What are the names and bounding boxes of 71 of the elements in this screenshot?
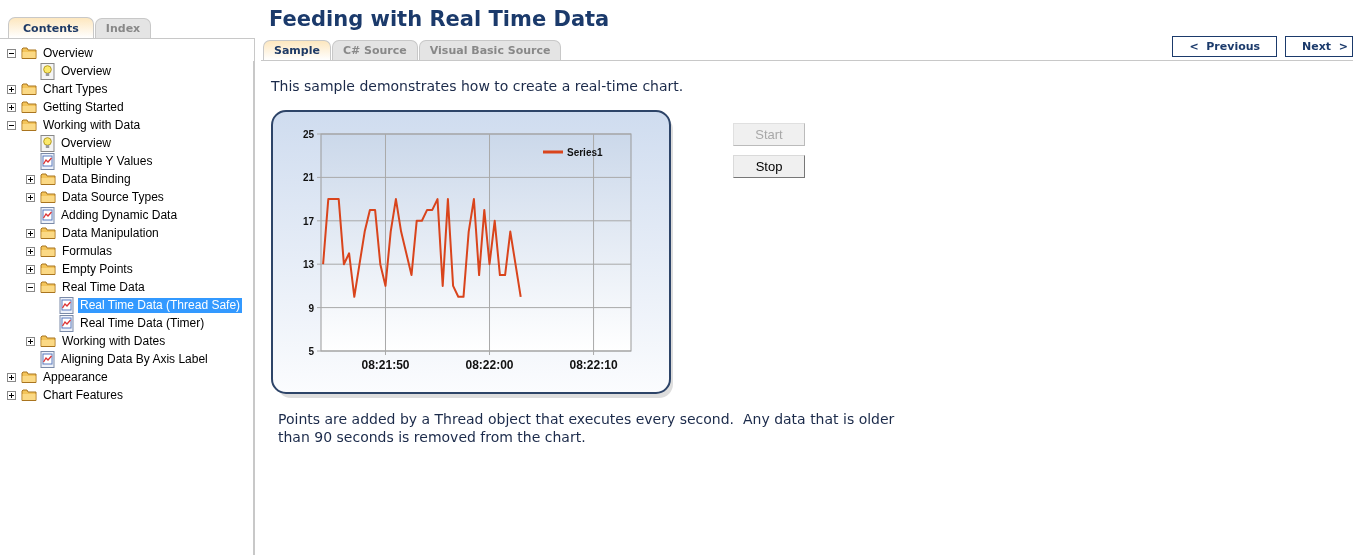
chart-page-icon (40, 206, 55, 224)
collapse-icon[interactable] (7, 48, 16, 58)
folder-icon (40, 244, 56, 258)
tree-item[interactable]: Data Manipulation (60, 225, 161, 241)
legend-label: Series1 (567, 147, 603, 158)
lightbulb-icon (40, 62, 55, 80)
collapse-icon[interactable] (7, 120, 16, 130)
x-tick-label: 08:21:50 (361, 358, 410, 372)
expand-icon[interactable] (26, 246, 35, 256)
expand-icon[interactable] (26, 228, 35, 238)
tree-item[interactable]: Empty Points (60, 261, 135, 277)
stop-button[interactable]: Stop (733, 155, 805, 178)
expand-icon[interactable] (26, 336, 35, 346)
intro-text: This sample demonstrates how to create a real-time chart. (271, 78, 685, 94)
expand-icon[interactable] (7, 372, 16, 382)
tree-item[interactable]: Formulas (60, 243, 114, 259)
y-tick-label: 17 (302, 215, 314, 227)
folder-icon (21, 370, 37, 384)
y-tick-label: 21 (302, 172, 314, 184)
lightbulb-icon (40, 134, 55, 152)
folder-icon (21, 82, 37, 96)
chart-page-icon (40, 350, 55, 368)
tree-item[interactable]: Adding Dynamic Data (59, 207, 180, 223)
expand-icon[interactable] (26, 174, 35, 184)
tree-item[interactable]: Chart Types (41, 81, 110, 97)
x-tick-label: 08:22:10 (569, 358, 618, 372)
folder-icon (21, 46, 37, 60)
tree-item[interactable]: Real Time Data (60, 279, 147, 295)
expand-icon[interactable] (7, 390, 16, 400)
folder-icon (40, 172, 56, 186)
y-tick-label: 25 (302, 129, 314, 140)
x-tick-label: 08:22:00 (465, 358, 514, 372)
legend-swatch (543, 150, 563, 154)
folder-icon (40, 280, 56, 294)
chart-page-icon (40, 152, 55, 170)
collapse-icon[interactable] (26, 282, 35, 292)
tree-item[interactable]: Real Time Data (Timer) (78, 315, 207, 331)
expand-icon[interactable] (26, 192, 35, 202)
tree-item[interactable]: Chart Features (41, 387, 126, 403)
tree-item[interactable]: Getting Started (41, 99, 126, 115)
folder-icon (40, 190, 56, 204)
tree-item[interactable]: Data Binding (60, 171, 133, 187)
expand-icon[interactable] (7, 84, 16, 94)
folder-icon (21, 100, 37, 114)
tree-item[interactable]: Aligning Data By Axis Label (59, 351, 210, 367)
folder-icon (40, 226, 56, 240)
tree-item[interactable]: Appearance (41, 369, 110, 385)
previous-button[interactable]: < Previous (1172, 36, 1278, 57)
tree-item[interactable]: Data Source Types (60, 189, 166, 205)
y-tick-label: 9 (308, 302, 314, 314)
y-tick-label: 13 (302, 259, 314, 271)
expand-icon[interactable] (26, 264, 35, 274)
tree-item[interactable]: Working with Dates (60, 333, 168, 349)
y-tick-label: 5 (308, 346, 314, 357)
folder-icon (21, 118, 37, 132)
folder-icon (40, 262, 56, 276)
tree-item[interactable]: Working with Data (41, 117, 143, 133)
sidebar-tab[interactable]: Contents (8, 17, 94, 38)
page-tab[interactable]: Sample (263, 40, 331, 60)
next-button[interactable]: Next > (1285, 36, 1353, 57)
expand-icon[interactable] (7, 102, 16, 112)
chart-page-icon (59, 314, 74, 332)
folder-icon (21, 388, 37, 402)
page-title: Feeding with Real Time Data (269, 7, 611, 33)
chart-page-icon (59, 296, 74, 314)
tree-item[interactable]: Overview (59, 63, 113, 79)
description-text: Points are added by a Thread object that executes every second. Any data that is older than 90 seconds is removed from the chart. (278, 410, 896, 446)
folder-icon (40, 334, 56, 348)
tree-item[interactable]: Multiple Y Values (59, 153, 155, 169)
tree-item[interactable]: Overview (41, 45, 95, 61)
tree-item[interactable]: Overview (59, 135, 113, 151)
